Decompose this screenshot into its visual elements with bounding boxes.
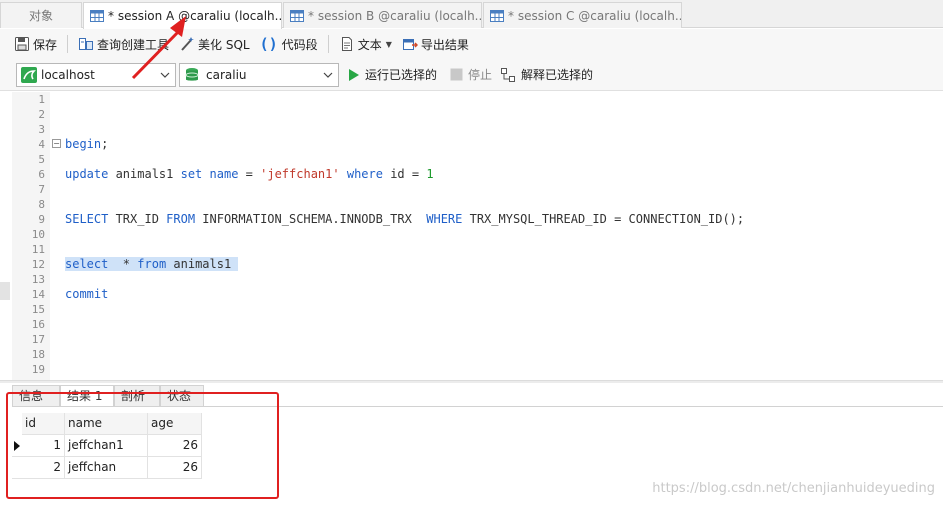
toolbar-separator (327, 35, 329, 53)
code-snippet-button[interactable]: () 代码段 (260, 35, 318, 53)
stop-icon (450, 68, 463, 81)
line-number: 19 (31, 363, 45, 376)
code-line-14: commit (65, 287, 109, 301)
export-results-button[interactable]: 导出结果 (402, 36, 469, 53)
code-line-6: update animals1 set name = 'jeffchan1' w… (65, 167, 434, 181)
braces-icon: () (259, 35, 278, 53)
query-table-icon (90, 10, 104, 22)
connection-select[interactable]: localhost (16, 63, 176, 87)
run-selected-button[interactable]: 运行已选择的 (348, 66, 437, 83)
document-icon (341, 37, 352, 51)
fold-toggle-icon[interactable]: − (52, 139, 61, 148)
explain-selected-button[interactable]: 解释已选择的 (500, 66, 593, 83)
save-button[interactable]: 保存 (14, 36, 57, 53)
save-icon (15, 37, 29, 51)
query-builder-button[interactable]: 查询创建工具 (78, 36, 169, 53)
editor-toolbar: 保存 查询创建工具 美化 SQL () 代码段 文本 ▼ 导出结果 (0, 29, 943, 59)
line-number: 8 (38, 198, 45, 211)
query-table-icon (490, 9, 504, 22)
chevron-down-icon (323, 72, 333, 78)
sql-editor[interactable]: 1 2 3 4 5 6 7 8 9 10 11 12 13 14 15 16 1… (12, 92, 943, 380)
line-number: 14 (31, 288, 45, 301)
tab-objects[interactable]: 对象 (0, 2, 82, 28)
stop-button[interactable]: 停止 (450, 66, 492, 83)
tab-label: * session C @caraliu (localh... (508, 8, 682, 23)
line-number: 2 (38, 108, 45, 121)
annotation-highlight-box (6, 392, 279, 499)
tab-label: * session A @caraliu (localh... (108, 9, 282, 23)
editor-results-divider[interactable] (0, 380, 943, 383)
toolbar-separator (67, 35, 69, 53)
line-number: 6 (38, 168, 45, 181)
line-number: 10 (31, 228, 45, 241)
line-number: 11 (31, 243, 45, 256)
tab-session-a[interactable]: * session A @caraliu (localh... (83, 2, 282, 29)
chevron-down-icon: ▼ (385, 39, 392, 49)
tab-label: 对象 (28, 9, 53, 23)
line-number: 17 (31, 333, 45, 346)
chevron-down-icon (160, 72, 170, 78)
database-select[interactable]: caraliu (179, 63, 339, 87)
explain-icon (501, 67, 515, 82)
line-number: 1 (38, 93, 45, 106)
mysql-connection-icon (21, 67, 37, 83)
query-builder-icon (79, 38, 94, 50)
tab-label: * session B @caraliu (localh... (308, 8, 482, 23)
line-number: 4 (38, 138, 45, 151)
code-line-4: begin; (65, 137, 109, 151)
line-number: 18 (31, 348, 45, 361)
line-number: 16 (31, 318, 45, 331)
connection-toolbar: localhost caraliu 运行已选择的 停止 解释已选择的 (0, 59, 943, 91)
code-line-12-selected: select * from animals1 (65, 257, 239, 271)
export-icon (402, 39, 418, 50)
code-line-9: SELECT TRX_ID FROM INFORMATION_SCHEMA.IN… (65, 212, 745, 226)
query-table-icon (290, 9, 304, 22)
text-dropdown-button[interactable]: 文本 ▼ (339, 36, 392, 53)
play-icon (349, 68, 359, 81)
line-number: 12 (31, 258, 45, 271)
line-number: 9 (38, 213, 45, 226)
line-number: 7 (38, 183, 45, 196)
panel-splitter-handle[interactable] (0, 282, 10, 300)
database-icon (185, 68, 199, 81)
line-number: 5 (38, 153, 45, 166)
tab-bar: 对象 * session A @caraliu (localh... * ses… (0, 0, 943, 29)
tab-session-c[interactable]: * session C @caraliu (localh... (483, 2, 682, 28)
beautify-sql-button[interactable]: 美化 SQL (179, 36, 250, 53)
line-number: 13 (31, 273, 45, 286)
tab-session-b[interactable]: * session B @caraliu (localh... (283, 2, 482, 28)
line-number: 3 (38, 123, 45, 136)
line-number: 15 (31, 303, 45, 316)
watermark-text: https://blog.csdn.net/chenjianhuideyuedi… (652, 481, 935, 496)
magic-wand-icon (181, 37, 195, 51)
